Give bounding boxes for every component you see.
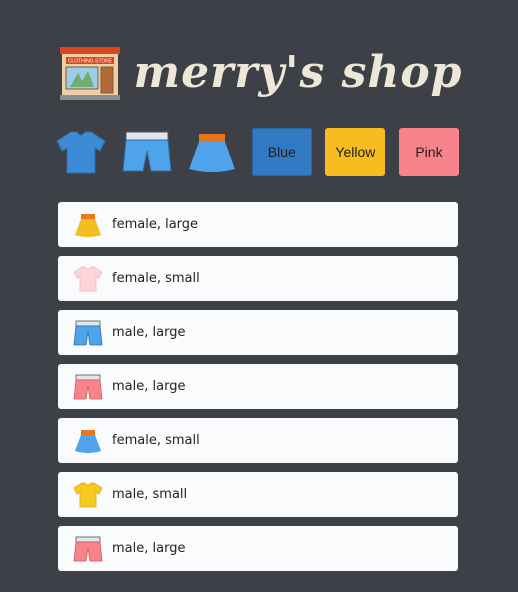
item-label: male, large (112, 325, 186, 340)
filter-skirt-button[interactable] (186, 126, 238, 178)
item-label: male, large (112, 379, 186, 394)
item-label: female, large (112, 217, 199, 232)
list-item[interactable]: male, small (58, 472, 458, 517)
list-item[interactable]: male, large (58, 364, 458, 409)
shop-title: merry's shop (133, 47, 463, 98)
color-pink-button[interactable]: Pink (398, 128, 459, 176)
item-label: female, small (112, 433, 200, 448)
list-item[interactable]: female, small (58, 256, 458, 301)
filter-shorts-button[interactable] (121, 126, 173, 178)
shorts-icon (73, 318, 103, 348)
shorts-icon (73, 372, 103, 402)
tshirt-icon (56, 131, 106, 174)
skirt-icon (73, 426, 103, 456)
item-label: male, large (112, 541, 186, 556)
product-list: female, large female, small male, large … (58, 202, 458, 580)
header: CLOTHING STORE merry's shop (0, 38, 518, 108)
skirt-icon (189, 134, 236, 172)
tshirt-icon (73, 264, 103, 294)
shorts-icon (73, 534, 103, 564)
skirt-icon (73, 210, 103, 240)
tshirt-icon (73, 480, 103, 510)
item-label: male, small (112, 487, 188, 502)
list-item[interactable]: female, large (58, 202, 458, 247)
shorts-icon (122, 131, 172, 172)
list-item[interactable]: male, large (58, 526, 458, 571)
store-sign-text: CLOTHING STORE (67, 59, 112, 65)
filter-bar: Blue Yellow Pink (55, 126, 459, 178)
color-blue-button[interactable]: Blue (251, 128, 312, 176)
item-label: female, small (112, 271, 200, 286)
color-yellow-button[interactable]: Yellow (325, 128, 386, 176)
list-item[interactable]: female, small (58, 418, 458, 463)
clothing-store-icon: CLOTHING STORE (59, 47, 120, 100)
filter-tshirt-button[interactable] (55, 126, 107, 178)
list-item[interactable]: male, large (58, 310, 458, 355)
